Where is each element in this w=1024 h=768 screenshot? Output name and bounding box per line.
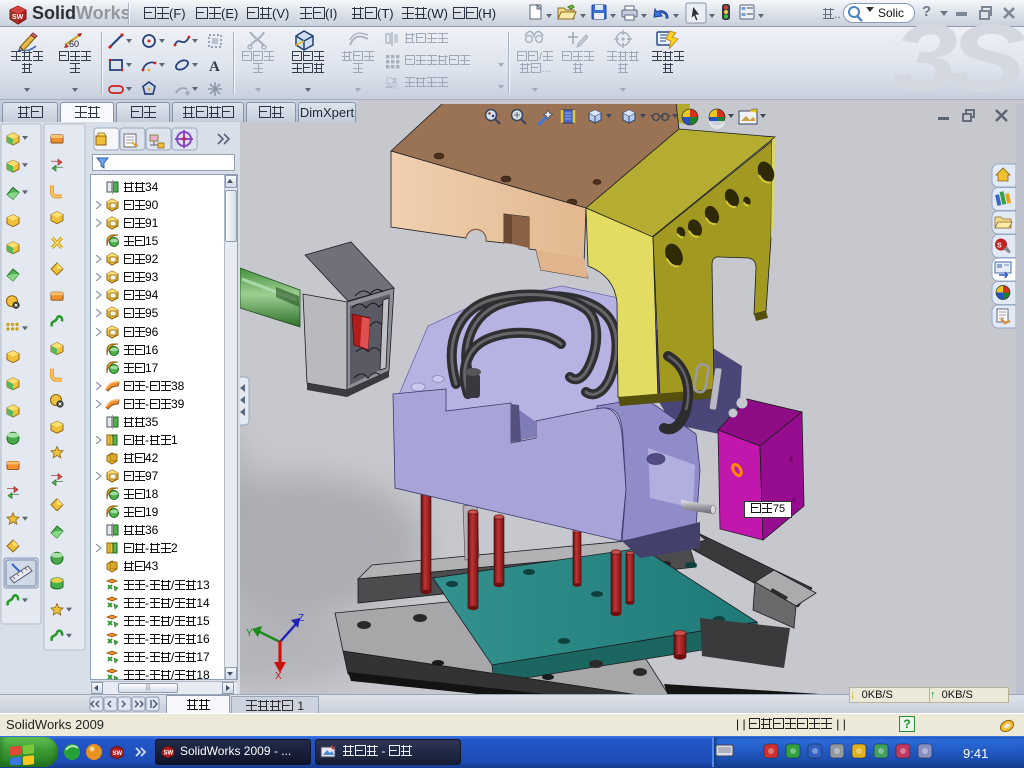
svg-text:Y: Y xyxy=(246,628,253,639)
svg-text:X: X xyxy=(275,671,282,682)
svg-text:SW: SW xyxy=(164,751,174,757)
svg-text:S: S xyxy=(997,243,1002,250)
svg-text:SW: SW xyxy=(113,751,123,757)
svg-text:Z: Z xyxy=(298,613,304,624)
